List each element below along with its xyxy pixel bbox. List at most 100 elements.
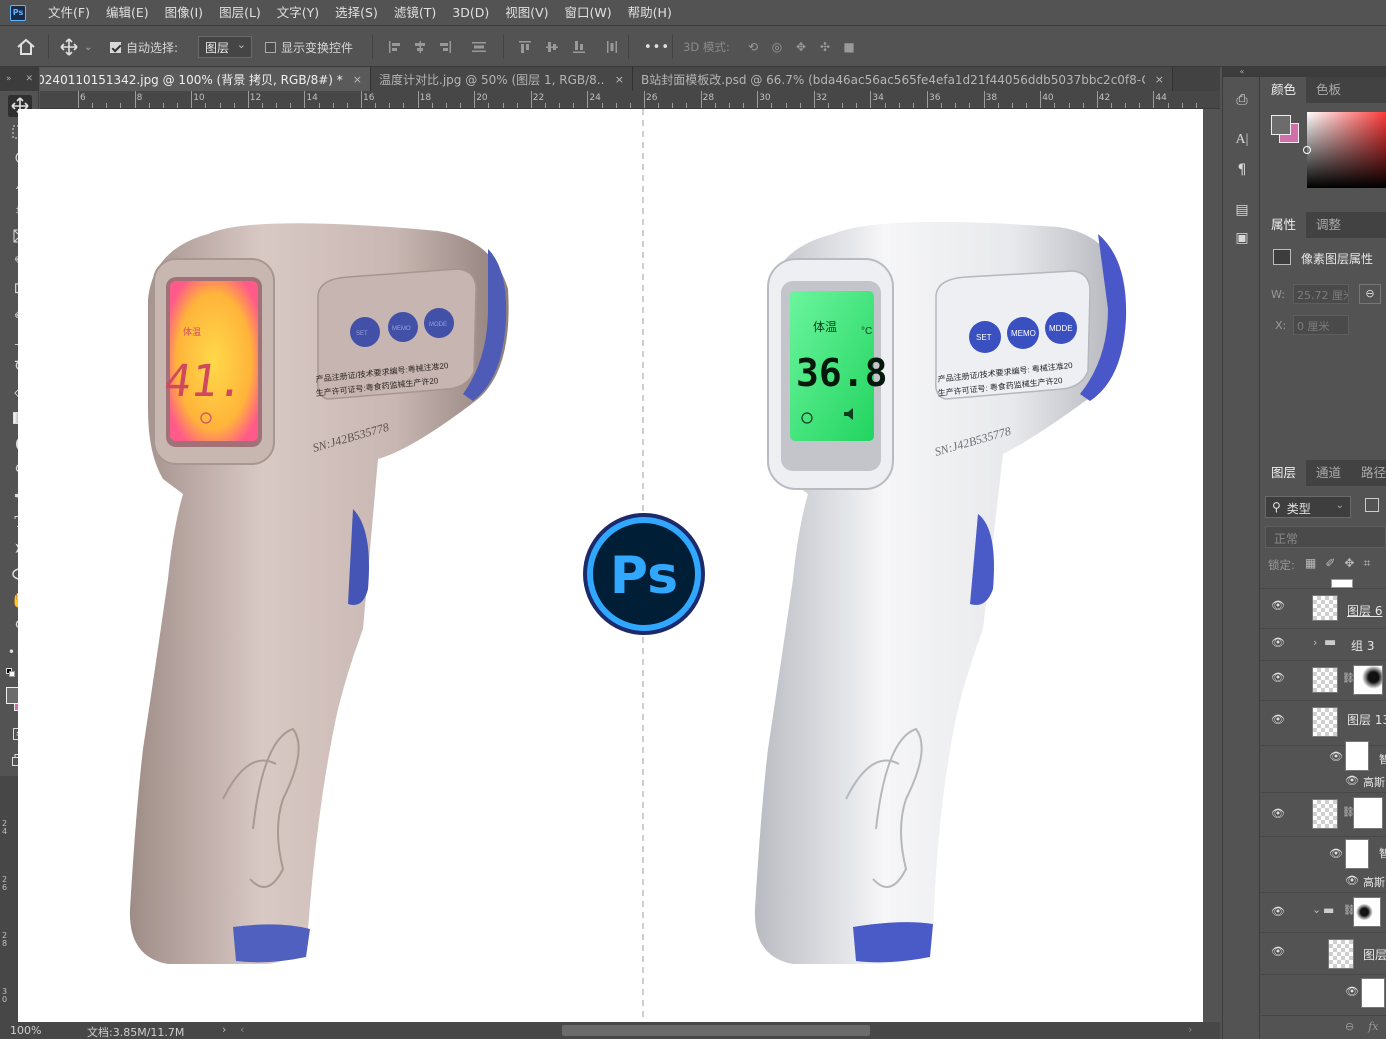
menu-type[interactable]: 文字(Y): [269, 0, 327, 26]
visibility-eye-icon[interactable]: 👁: [1271, 600, 1285, 611]
layer-row[interactable]: 👁 图层 13: [1261, 701, 1386, 746]
lock-paint-icon[interactable]: ✐: [1325, 556, 1335, 571]
visibility-eye-icon[interactable]: 👁: [1271, 906, 1285, 917]
close-tab-icon[interactable]: ×: [615, 73, 624, 86]
history-panel-icon[interactable]: ⎙: [1233, 91, 1251, 109]
link-layers-icon[interactable]: ⊖: [1345, 1020, 1354, 1039]
tab-bilibili-cover[interactable]: B站封面模板改.psd @ 66.7% (bda46ac56ac565fe4ef…: [633, 67, 1173, 91]
layer-name[interactable]: 智: [1379, 845, 1386, 861]
visibility-eye-icon[interactable]: 👁: [1345, 775, 1359, 786]
filter-pixel-layers-icon[interactable]: [1365, 498, 1379, 512]
align-left-icon[interactable]: [388, 40, 402, 54]
paragraph-panel-icon[interactable]: ¶: [1233, 161, 1251, 179]
tab-layers[interactable]: 图层: [1261, 460, 1307, 486]
layer-row[interactable]: 👁 ⛓: [1261, 661, 1386, 701]
tab-adjustments[interactable]: 调整: [1306, 212, 1351, 238]
chevron-right-icon[interactable]: ›: [1313, 636, 1317, 649]
menu-view[interactable]: 视图(V): [497, 0, 556, 26]
layer-name[interactable]: 组 3: [1351, 637, 1374, 654]
menu-help[interactable]: 帮助(H): [620, 0, 680, 26]
3d-roll-icon[interactable]: ◎: [770, 40, 784, 54]
auto-select-dropdown[interactable]: 图层: [198, 36, 253, 58]
tab-screenshot[interactable]: 截图_20240110151342.jpg @ 100% (背景 拷贝, RGB…: [40, 67, 371, 91]
visibility-eye-icon[interactable]: 👁: [1345, 986, 1359, 997]
layer-group-row[interactable]: 👁 › ▬ 组 3: [1261, 629, 1386, 661]
group-mask-thumbnail[interactable]: [1353, 897, 1381, 927]
zoom-level[interactable]: 100%: [10, 1024, 41, 1037]
layer-name[interactable]: 图层: [1363, 946, 1386, 963]
libraries-panel-icon[interactable]: ▤: [1233, 201, 1251, 219]
tab-color[interactable]: 颜色: [1261, 77, 1307, 103]
close-tab-icon[interactable]: ×: [1155, 73, 1164, 86]
filter-effect-row[interactable]: 👁 高斯: [1261, 871, 1386, 893]
layer-filter-dropdown[interactable]: ⚲ 类型 ⌄: [1265, 496, 1351, 518]
show-transform-checkbox[interactable]: 显示变换控件: [265, 27, 353, 67]
lock-position-icon[interactable]: ✥: [1344, 556, 1354, 571]
x-position-field[interactable]: 0 厘米: [1293, 315, 1349, 335]
scroll-left-icon[interactable]: ‹: [240, 1023, 244, 1036]
auto-select-checkbox[interactable]: 自动选择:: [110, 27, 178, 67]
panel-foreground-swatch[interactable]: [1271, 115, 1291, 135]
distribute-vertical-icon[interactable]: [471, 40, 487, 54]
home-button[interactable]: [16, 27, 36, 67]
tab-channels[interactable]: 通道: [1306, 460, 1351, 486]
document-info[interactable]: 文档:3.85M/11.7M: [87, 1024, 184, 1039]
align-vcenter-icon[interactable]: [545, 40, 559, 54]
horizontal-scrollbar-thumb[interactable]: [562, 1025, 870, 1036]
align-bottom-icon[interactable]: [572, 40, 586, 54]
canvas-area[interactable]: 体温 41. SET MEMO MODE 产品注册证/技术要求编号:粤械注准20…: [18, 109, 1220, 1022]
fx-icon[interactable]: fx: [1368, 1020, 1378, 1039]
toolbar-header[interactable]: » ✕: [0, 67, 39, 91]
close-tab-icon[interactable]: ×: [353, 73, 362, 86]
tab-thermometer-compare[interactable]: 温度计对比.jpg @ 50% (图层 1, RGB/8... ×: [371, 67, 633, 91]
visibility-eye-icon[interactable]: 👁: [1345, 875, 1359, 886]
align-right-icon[interactable]: [438, 40, 452, 54]
blend-mode-dropdown[interactable]: 正常: [1265, 526, 1386, 548]
layer-row-partial[interactable]: [1261, 575, 1386, 589]
tab-swatches[interactable]: 色板: [1306, 77, 1351, 103]
layer-name[interactable]: 高斯: [1363, 774, 1385, 790]
scroll-right-icon[interactable]: ›: [1188, 1023, 1192, 1036]
visibility-eye-icon[interactable]: 👁: [1271, 946, 1285, 957]
collapse-arrows-icon[interactable]: «: [1223, 67, 1261, 77]
layer-name[interactable]: 图层 6: [1347, 602, 1382, 619]
align-hcenter-icon[interactable]: [413, 40, 427, 54]
status-arrow-icon[interactable]: ›: [222, 1023, 226, 1036]
link-dimensions-icon[interactable]: ⊖: [1359, 284, 1381, 304]
lock-artboard-icon[interactable]: ⌗: [1363, 556, 1370, 571]
3d-pan-icon[interactable]: ✥: [794, 40, 808, 54]
color-picker-cursor[interactable]: [1303, 146, 1311, 154]
menu-layer[interactable]: 图层(L): [211, 0, 269, 26]
3d-scale-icon[interactable]: ■: [842, 40, 856, 54]
visibility-eye-icon[interactable]: 👁: [1329, 751, 1343, 762]
menu-window[interactable]: 窗口(W): [557, 0, 620, 26]
layer-mask-thumbnail[interactable]: [1353, 797, 1383, 829]
layer-row[interactable]: 👁 图层 6: [1261, 589, 1386, 629]
3d-orbit-icon[interactable]: ⟲: [746, 40, 760, 54]
default-colors-icon[interactable]: [6, 668, 16, 678]
menu-file[interactable]: 文件(F): [40, 0, 98, 26]
smart-filter-row[interactable]: 👁 智: [1261, 837, 1386, 871]
smart-filter-row[interactable]: 👁 智: [1261, 741, 1386, 771]
layer-name[interactable]: 图层 13: [1347, 711, 1386, 728]
align-top-icon[interactable]: [518, 40, 532, 54]
more-options-button[interactable]: •••: [644, 27, 670, 67]
layer-name[interactable]: 智: [1379, 751, 1386, 767]
color-picker-field[interactable]: [1303, 112, 1386, 188]
visibility-eye-icon[interactable]: 👁: [1271, 714, 1285, 725]
move-tool-preset-button[interactable]: ⌄: [60, 27, 92, 67]
menu-edit[interactable]: 编辑(E): [98, 0, 157, 26]
menu-3d[interactable]: 3D(D): [444, 0, 497, 26]
close-icon[interactable]: ✕: [25, 74, 33, 84]
document-canvas[interactable]: 体温 41. SET MEMO MODE 产品注册证/技术要求编号:粤械注准20…: [18, 109, 1203, 1022]
visibility-eye-icon[interactable]: 👁: [1271, 808, 1285, 819]
visibility-eye-icon[interactable]: 👁: [1271, 637, 1285, 648]
character-panel-icon[interactable]: A|: [1233, 131, 1251, 149]
visibility-eye-icon[interactable]: 👁: [1329, 848, 1343, 859]
menu-select[interactable]: 选择(S): [327, 0, 386, 26]
layer-row[interactable]: 👁 ⛓: [1261, 793, 1386, 837]
menu-image[interactable]: 图像(I): [157, 0, 211, 26]
smart-filter-row[interactable]: 👁: [1261, 975, 1386, 1011]
distribute-horizontal-icon[interactable]: [605, 40, 619, 54]
3d-slide-icon[interactable]: ✣: [818, 40, 832, 54]
